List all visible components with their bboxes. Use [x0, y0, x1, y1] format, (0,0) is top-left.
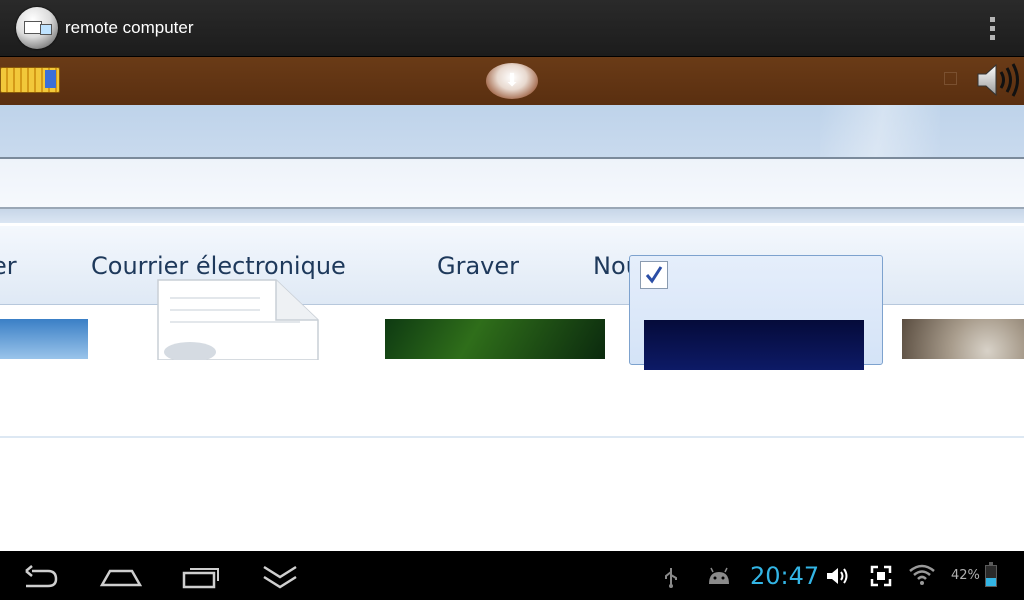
remote-desktop-view[interactable]: er Courrier électronique Graver Nouveau … [0, 105, 1024, 551]
screenshot-icon[interactable] [870, 565, 892, 587]
battery-percent: 42% [951, 568, 980, 583]
image-thumbnail[interactable] [902, 319, 1024, 359]
wifi-icon [909, 564, 935, 585]
usb-icon [665, 568, 677, 588]
image-preview [644, 320, 864, 370]
small-square-icon[interactable] [944, 72, 957, 85]
remote-computer-app-icon[interactable] [16, 7, 58, 49]
checkbox[interactable] [640, 261, 668, 289]
address-bar[interactable] [0, 159, 1024, 207]
checkmark-icon [645, 266, 663, 284]
android-debug-icon [709, 567, 729, 584]
overflow-menu-icon[interactable] [978, 12, 1006, 44]
hide-keyboard-button[interactable] [258, 559, 302, 593]
selected-image-thumbnail[interactable] [629, 255, 883, 370]
system-nav-bar: 20:47 42% [0, 551, 1024, 600]
back-button[interactable] [18, 559, 62, 593]
command-item-burn[interactable]: Graver [437, 252, 519, 280]
volume-icon[interactable] [825, 565, 851, 587]
clock: 20:47 [750, 562, 820, 590]
app-title: remote computer [65, 18, 194, 37]
recent-apps-button[interactable] [178, 559, 222, 593]
remote-toolbar: ⬇ [0, 57, 1024, 105]
image-thumbnail[interactable] [385, 319, 605, 359]
battery-level-fill [986, 577, 996, 586]
home-button[interactable] [98, 559, 142, 593]
battery-icon [985, 562, 997, 587]
speaker-icon[interactable] [974, 60, 1022, 100]
keyboard-icon[interactable] [0, 67, 60, 93]
app-bar: remote computer [0, 0, 1024, 57]
document-icon[interactable] [150, 270, 322, 360]
command-item-partial[interactable]: er [0, 252, 17, 280]
window-title-bar [0, 105, 1024, 157]
download-arrow-icon[interactable]: ⬇ [486, 63, 538, 99]
image-thumbnail[interactable] [0, 319, 88, 359]
